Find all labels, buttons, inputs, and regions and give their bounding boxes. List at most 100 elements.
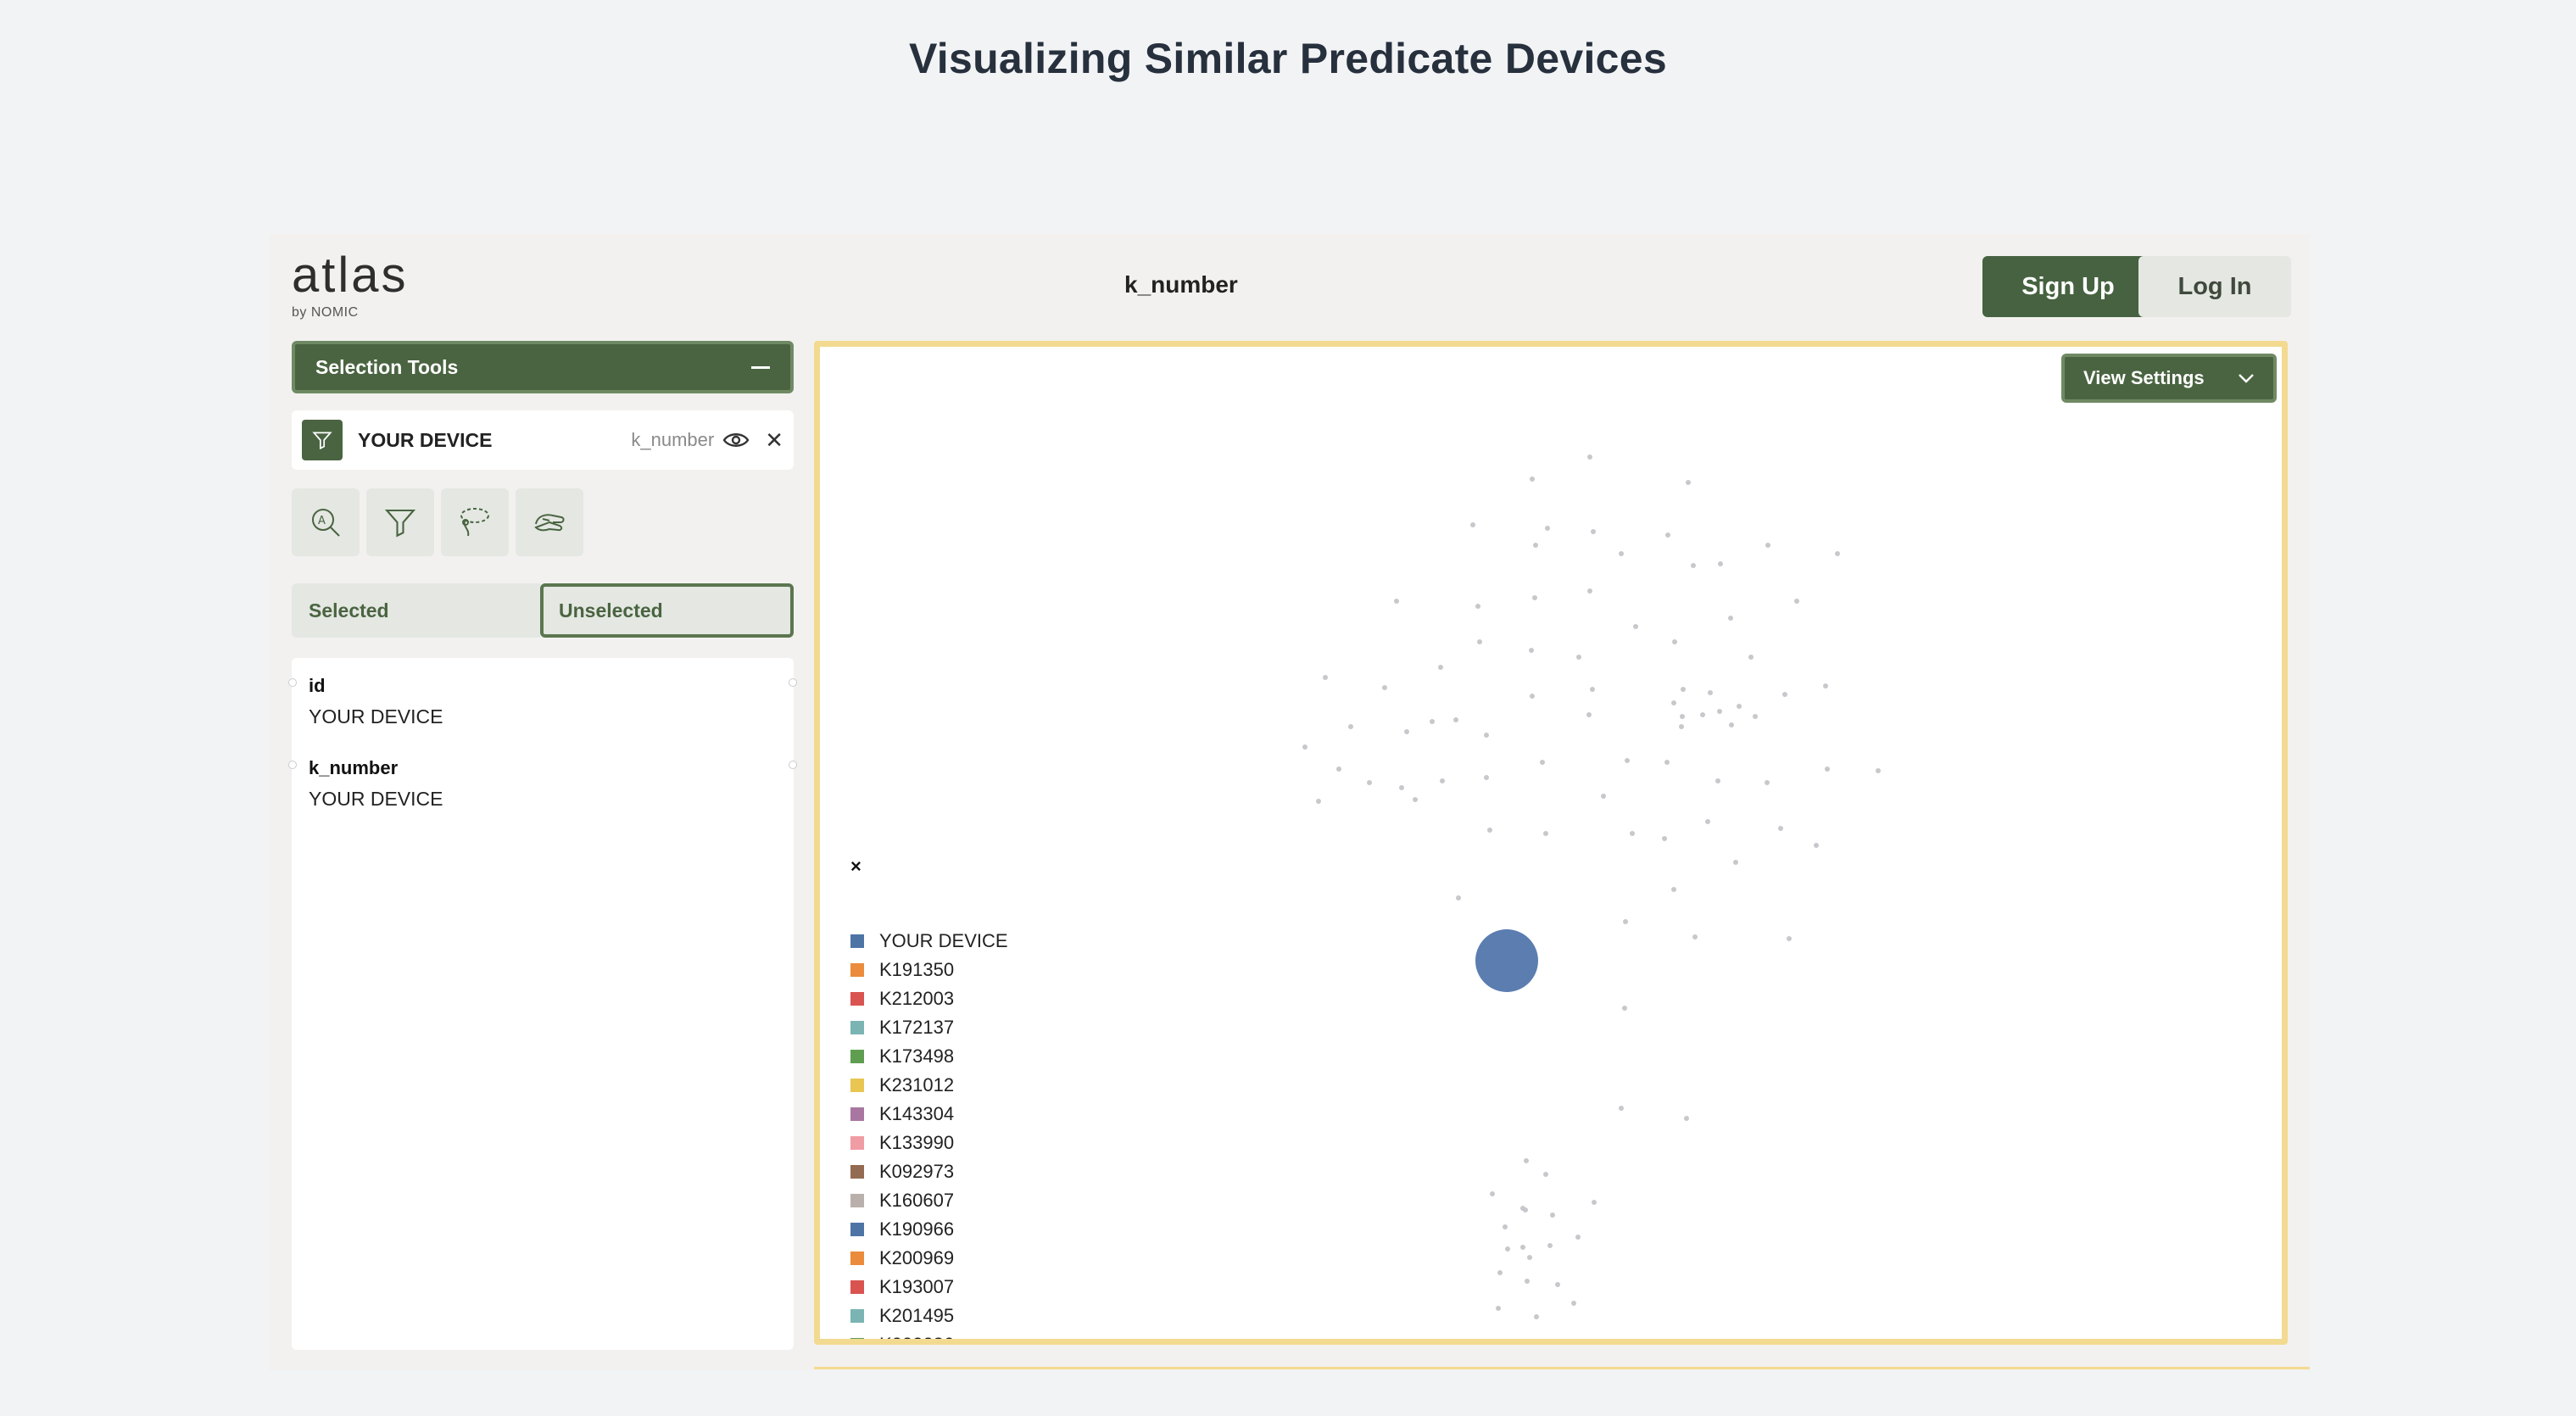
map-point[interactable] [1547,1243,1553,1248]
map-point[interactable] [1630,831,1635,836]
legend-item[interactable]: K173498 [850,1042,1008,1071]
map-point[interactable] [1592,1200,1597,1205]
view-settings-button[interactable]: View Settings [2061,354,2277,403]
map-point[interactable] [1718,561,1723,566]
map-point[interactable] [1691,563,1696,568]
map-point[interactable] [1700,712,1705,717]
map-point[interactable] [1543,1172,1548,1177]
selection-tools-header[interactable]: Selection Tools [292,341,794,393]
sign-up-button[interactable]: Sign Up [1982,256,2154,317]
map-point[interactable] [1586,712,1592,717]
map-point[interactable] [1591,529,1596,534]
map-point[interactable] [1705,819,1710,824]
legend-close-icon[interactable]: × [850,856,861,878]
map-point[interactable] [1533,543,1538,548]
map-point[interactable] [1545,526,1550,531]
map-point[interactable] [1571,1301,1576,1306]
remove-filter-icon[interactable]: ✕ [765,429,783,451]
map-point[interactable] [1430,719,1435,724]
embedding-map[interactable]: View Settings × YOUR DEVICE K191350 K21200… [814,341,2288,1345]
map-point[interactable] [1686,480,1691,485]
map-point[interactable] [1550,1213,1555,1218]
search-select-tool[interactable]: A [292,488,360,556]
map-point[interactable] [1456,895,1461,900]
map-point[interactable] [1440,778,1445,783]
legend-item[interactable]: K231012 [850,1071,1008,1100]
map-point[interactable] [1453,717,1458,722]
eye-icon[interactable] [722,431,750,449]
map-point[interactable] [1527,1255,1532,1260]
map-point[interactable] [1662,836,1667,841]
map-point[interactable] [1778,826,1783,831]
map-point[interactable] [1540,760,1545,765]
map-point[interactable] [1484,733,1489,738]
map-point[interactable] [1590,687,1595,692]
legend-item[interactable]: K133990 [850,1129,1008,1157]
map-point[interactable] [1737,704,1742,709]
atlas-logo[interactable]: atlas by NOMIC [292,251,409,321]
drag-handle-right[interactable] [789,678,797,687]
map-point[interactable] [1601,794,1606,799]
log-in-button[interactable]: Log In [2138,256,2291,317]
legend-item[interactable]: K172137 [850,1013,1008,1042]
map-point[interactable] [1543,831,1548,836]
tab-unselected[interactable]: Unselected [540,583,794,638]
map-point[interactable] [1524,1158,1529,1163]
map-point[interactable] [1672,639,1677,644]
drag-handle-right[interactable] [789,761,797,769]
legend-item[interactable]: K143304 [850,1100,1008,1129]
map-point[interactable] [1302,744,1308,750]
legend-item[interactable]: K190966 [850,1215,1008,1244]
map-point[interactable] [1753,714,1758,719]
legend-item[interactable]: K191350 [850,956,1008,984]
map-point[interactable] [1717,709,1722,714]
map-point[interactable] [1619,551,1624,556]
map-point[interactable] [1413,797,1418,802]
map-point[interactable] [1487,828,1492,833]
map-point[interactable] [1475,604,1480,609]
map-point[interactable] [1671,887,1676,892]
map-point[interactable] [1404,729,1409,734]
legend-item[interactable]: K200969 [850,1244,1008,1273]
map-point[interactable] [1523,1207,1528,1213]
map-point[interactable] [1787,936,1792,941]
map-point[interactable] [1587,588,1592,594]
map-point[interactable] [1532,595,1537,600]
map-point[interactable] [1438,665,1443,670]
legend-item[interactable]: K092973 [850,1157,1008,1186]
legend-item[interactable]: K212003 [850,984,1008,1013]
hand-select-tool[interactable] [516,488,583,556]
map-point[interactable] [1814,843,1819,848]
map-point[interactable] [1681,687,1686,692]
map-point[interactable] [1794,599,1799,604]
legend-item[interactable]: K193007 [850,1273,1008,1302]
map-point[interactable] [1555,1282,1560,1287]
map-point[interactable] [1534,1314,1539,1319]
map-point[interactable] [1728,616,1733,621]
map-point[interactable] [1484,775,1489,780]
map-point[interactable] [1367,780,1372,785]
map-point[interactable] [1490,1191,1495,1196]
map-point[interactable] [1823,683,1828,688]
drag-handle-left[interactable] [288,761,297,769]
map-point[interactable] [1382,685,1387,690]
map-point[interactable] [1394,599,1399,604]
map-point[interactable] [1835,551,1840,556]
legend-item[interactable]: K160607 [850,1186,1008,1215]
map-point[interactable] [1684,1116,1689,1121]
map-point[interactable] [1575,1235,1581,1240]
map-point[interactable] [1470,522,1475,527]
legend-item[interactable]: K201495 [850,1302,1008,1330]
tab-selected[interactable]: Selected [292,583,540,638]
map-point[interactable] [1671,700,1676,705]
map-point[interactable] [1316,799,1321,804]
map-point[interactable] [1497,1270,1503,1275]
map-point[interactable] [1715,778,1720,783]
map-point[interactable] [1748,655,1754,660]
map-point[interactable] [1765,543,1770,548]
map-point[interactable] [1505,1246,1510,1252]
map-point[interactable] [1496,1306,1501,1311]
legend-item[interactable]: YOUR DEVICE [850,927,1008,956]
map-point[interactable] [1782,692,1787,697]
scatter-plot[interactable] [820,347,2282,1339]
